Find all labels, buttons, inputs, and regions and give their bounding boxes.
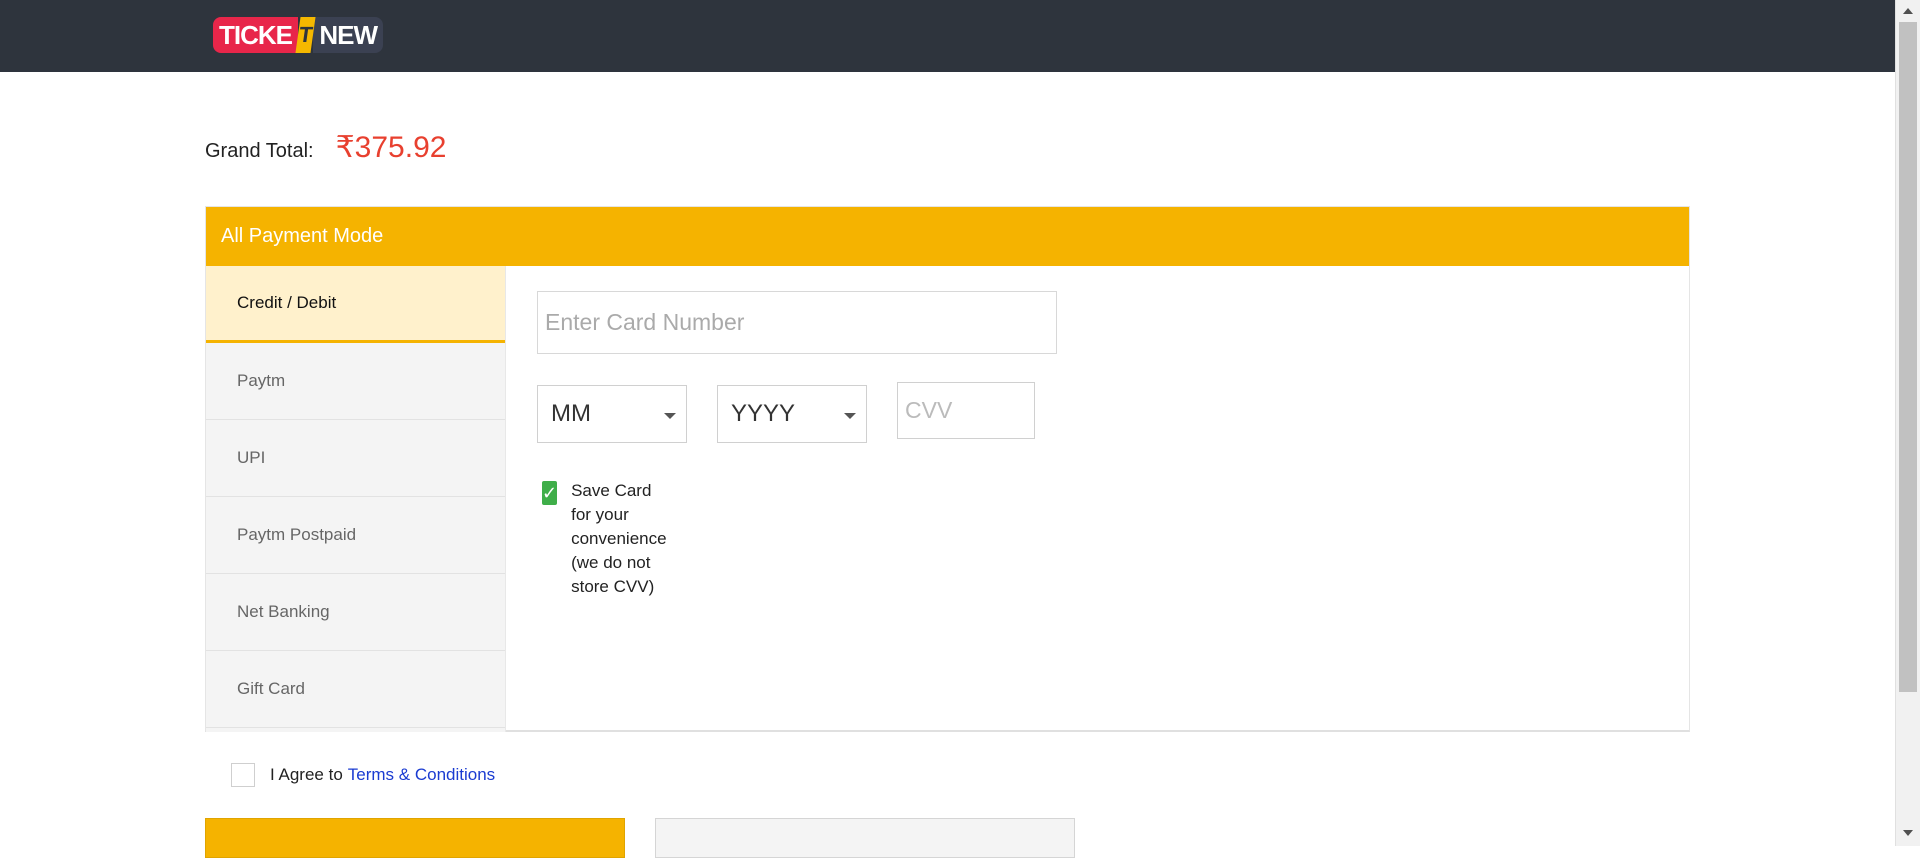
tab-label: Paytm Postpaid: [237, 525, 357, 544]
terms-agreement: I Agree to Terms & Conditions: [231, 763, 495, 787]
cancel-button[interactable]: [655, 818, 1075, 858]
scroll-up-icon[interactable]: [1903, 8, 1913, 14]
logo-text-right: NEW: [313, 17, 383, 53]
scroll-down-icon[interactable]: [1903, 830, 1913, 836]
tab-gift-card[interactable]: Gift Card: [206, 651, 505, 728]
save-card-checkbox[interactable]: ✓: [542, 481, 558, 505]
page-scrollbar[interactable]: [1895, 0, 1920, 846]
terms-checkbox[interactable]: [231, 763, 255, 787]
tab-label: UPI: [237, 448, 266, 467]
tab-net-banking[interactable]: Net Banking: [206, 574, 505, 651]
expiry-year-value: YYYY: [731, 400, 796, 427]
save-card-option: ✓ Save Card for your convenience (we do …: [542, 479, 675, 599]
payment-panel-header: All Payment Mode: [206, 207, 1689, 266]
cvv-input[interactable]: [897, 382, 1035, 439]
tab-paytm-postpaid[interactable]: Paytm Postpaid: [206, 497, 505, 574]
checkmark-icon: ✓: [542, 482, 558, 503]
tab-label: Credit / Debit: [237, 293, 337, 312]
save-card-text: Save Card for your convenience (we do no…: [571, 479, 675, 599]
tab-paytm[interactable]: Paytm: [206, 343, 505, 420]
top-navbar: TICKE T NEW: [0, 0, 1895, 72]
proceed-pay-button[interactable]: [205, 818, 625, 858]
logo-text-left: TICKE: [213, 17, 298, 53]
expiry-year-select[interactable]: YYYY: [717, 385, 867, 443]
grand-total-amount: ₹375.92: [335, 131, 447, 164]
grand-total: Grand Total: ₹375.92: [205, 130, 446, 165]
chevron-down-icon: [844, 413, 856, 419]
tab-label: Paytm: [237, 371, 286, 390]
ticketnew-logo[interactable]: TICKE T NEW: [213, 14, 383, 56]
save-card-line1: Save Card for your convenience: [571, 481, 667, 548]
card-number-input[interactable]: [537, 291, 1057, 354]
expiry-month-select[interactable]: MM: [537, 385, 687, 443]
payment-panel: All Payment Mode Credit / Debit Paytm UP…: [205, 206, 1690, 732]
agree-text: I Agree to: [270, 765, 343, 784]
payment-mode-tabs: Credit / Debit Paytm UPI Paytm Postpaid …: [206, 266, 506, 732]
chevron-down-icon: [664, 413, 676, 419]
scroll-thumb[interactable]: [1899, 22, 1917, 692]
grand-total-label: Grand Total:: [205, 140, 314, 162]
terms-conditions-link[interactable]: Terms & Conditions: [348, 765, 495, 785]
expiry-month-value: MM: [551, 400, 591, 427]
tab-label: Net Banking: [237, 602, 330, 621]
tab-upi[interactable]: UPI: [206, 420, 505, 497]
tab-label: Gift Card: [237, 679, 306, 698]
tab-credit-debit[interactable]: Credit / Debit: [206, 266, 505, 343]
save-card-line2: (we do not store CVV): [571, 553, 655, 596]
